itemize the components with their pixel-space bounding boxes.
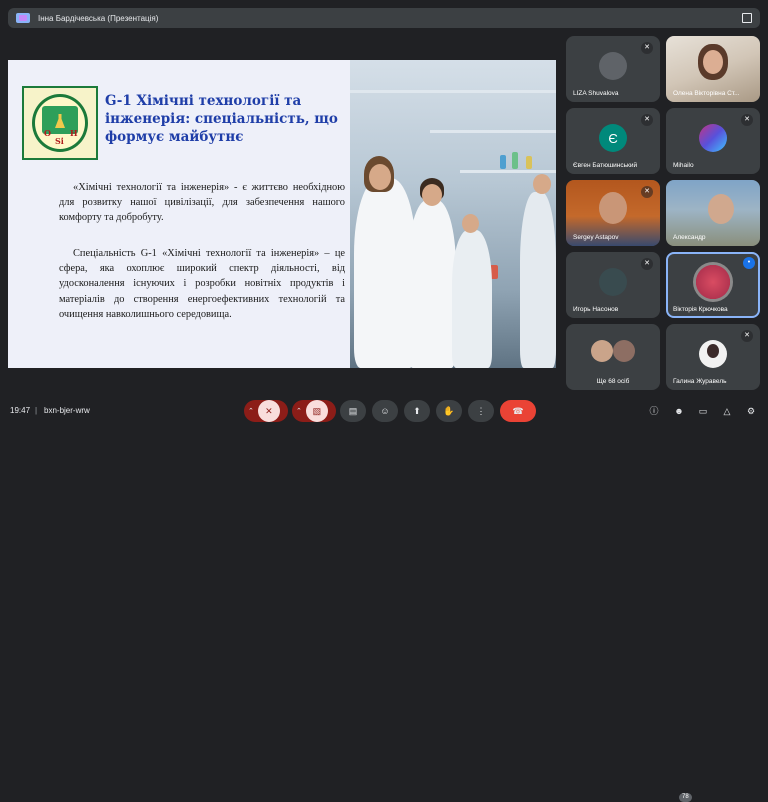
speaking-indicator-icon: • bbox=[743, 257, 755, 269]
department-logo: O Si H bbox=[22, 86, 98, 160]
present-button[interactable]: ⬆ bbox=[404, 400, 430, 422]
participant-tile[interactable]: Александр bbox=[666, 180, 760, 246]
participant-name: Олена Вікторівна Ст... bbox=[673, 90, 740, 97]
participant-tile[interactable]: ✕ Игорь Насонов bbox=[566, 252, 660, 318]
participant-tile[interactable]: Є ✕ Євген Батюшинський bbox=[566, 108, 660, 174]
present-icon: ⬆ bbox=[413, 405, 421, 416]
participant-tile-active[interactable]: • Вікторія Крючкова bbox=[666, 252, 760, 318]
participant-tile[interactable]: ✕ LIZA Shuvalova bbox=[566, 36, 660, 102]
avatar bbox=[599, 268, 627, 296]
more-options-button[interactable]: ⋮ bbox=[468, 400, 494, 422]
avatar bbox=[699, 124, 727, 152]
clock: 19:47 bbox=[10, 406, 31, 415]
avatar bbox=[599, 52, 627, 80]
fullscreen-icon[interactable] bbox=[742, 13, 752, 23]
emoji-button[interactable]: ☺ bbox=[372, 400, 398, 422]
more-participants-tile[interactable]: Ще 68 осіб bbox=[566, 324, 660, 390]
scientist-figure bbox=[408, 200, 456, 368]
scientist-figure bbox=[520, 192, 556, 368]
scientist-figure bbox=[452, 230, 492, 368]
chevron-up-icon[interactable]: ⌃ bbox=[296, 407, 302, 415]
more-vert-icon: ⋮ bbox=[476, 405, 486, 416]
lab-bottle bbox=[526, 156, 532, 169]
info-icon[interactable]: ⓘ bbox=[648, 405, 660, 417]
participant-name: Sergey Astapov bbox=[573, 234, 619, 241]
meeting-control-bar: 19:47 | bxn-bjer-wrw ⌃ ✕ ⌃ ▧ ▤ ☺ ⬆ ✋ ⋮ ☎… bbox=[0, 396, 768, 802]
participant-video-skin bbox=[703, 50, 723, 74]
avatar: Є bbox=[599, 124, 627, 152]
logo-letter-si: Si bbox=[55, 136, 64, 146]
participant-name: Галина Журавель bbox=[673, 378, 727, 385]
presentation-bar: Інна Бардічевська (Презентація) bbox=[8, 8, 760, 28]
participant-tile[interactable]: ✕ Mihailo bbox=[666, 108, 760, 174]
lab-shelf bbox=[460, 170, 556, 173]
mic-off-icon: ✕ bbox=[741, 114, 753, 126]
presentation-title: Інна Бардічевська (Презентація) bbox=[38, 13, 159, 23]
participant-tile[interactable]: ✕ Галина Журавель bbox=[666, 324, 760, 390]
raise-hand-button[interactable]: ✋ bbox=[436, 400, 462, 422]
scientist-head bbox=[533, 174, 551, 194]
lab-photo bbox=[350, 60, 556, 368]
lab-bottle bbox=[512, 152, 518, 169]
scientist-head bbox=[369, 164, 391, 190]
lab-shelf bbox=[430, 130, 556, 133]
participant-name: Вікторія Крючкова bbox=[673, 306, 728, 313]
host-controls-icon[interactable]: ⚙ bbox=[745, 405, 757, 417]
hand-icon: ✋ bbox=[443, 405, 455, 416]
camera-off-icon[interactable]: ▧ bbox=[305, 400, 328, 422]
slide-paragraph-1: «Хімічні технології та інженерія» - є жи… bbox=[59, 182, 345, 224]
avatar-figure bbox=[707, 344, 719, 358]
scientist-head bbox=[422, 184, 442, 206]
mic-off-icon: ✕ bbox=[641, 258, 653, 270]
logo-letter-h: H bbox=[70, 128, 78, 138]
people-icon[interactable]: ☻ bbox=[673, 405, 685, 417]
leave-call-button[interactable]: ☎ bbox=[500, 400, 536, 422]
participant-name: Игорь Насонов bbox=[573, 306, 619, 313]
slide-title: G-1 Хімічні технології та інженерія: спе… bbox=[105, 93, 338, 145]
shared-slide: O Si H G-1 Хімічні технології та інженер… bbox=[8, 60, 556, 368]
mic-off-icon[interactable]: ✕ bbox=[257, 400, 280, 422]
separator: | bbox=[35, 406, 38, 415]
mic-off-icon: ✕ bbox=[641, 42, 653, 54]
captions-button[interactable]: ▤ bbox=[340, 400, 366, 422]
avatar bbox=[590, 340, 613, 362]
captions-icon: ▤ bbox=[348, 405, 358, 416]
scientist-figure bbox=[354, 178, 416, 368]
chevron-up-icon[interactable]: ⌃ bbox=[248, 407, 254, 415]
participant-tile[interactable]: ✕ Sergey Astapov bbox=[566, 180, 660, 246]
slide-paragraph-2: Спеціальність G-1 «Хімічні технології та… bbox=[59, 248, 345, 320]
lab-bottle bbox=[500, 155, 506, 169]
emoji-icon: ☺ bbox=[380, 406, 390, 416]
logo-letter-o: O bbox=[44, 128, 51, 138]
participant-name: LIZA Shuvalova bbox=[573, 90, 619, 97]
chat-icon[interactable]: ▭ bbox=[697, 405, 709, 417]
camera-button-group[interactable]: ⌃ ▧ bbox=[292, 400, 336, 422]
end-call-icon: ☎ bbox=[512, 405, 524, 416]
scientist-head bbox=[462, 214, 479, 233]
avatar bbox=[693, 262, 733, 302]
mic-off-icon: ✕ bbox=[741, 330, 753, 342]
mic-button-group[interactable]: ⌃ ✕ bbox=[244, 400, 288, 422]
participant-name: Александр bbox=[673, 234, 706, 241]
participant-count-badge: 78 bbox=[679, 793, 692, 802]
lab-shelf bbox=[350, 90, 556, 93]
more-participants-label: Ще 68 осіб bbox=[596, 378, 630, 385]
participant-video-face bbox=[599, 192, 627, 224]
participant-tile[interactable]: Олена Вікторівна Ст... bbox=[666, 36, 760, 102]
slide-text-area: O Si H G-1 Хімічні технології та інженер… bbox=[8, 60, 350, 368]
avatar bbox=[613, 340, 636, 362]
meeting-code: bxn-bjer-wrw bbox=[44, 406, 90, 415]
activities-icon[interactable]: △ bbox=[721, 405, 733, 417]
participant-video-face bbox=[707, 194, 734, 224]
participant-name: Mihailo bbox=[673, 162, 694, 169]
participant-name: Євген Батюшинський bbox=[573, 162, 638, 169]
mic-off-icon: ✕ bbox=[641, 186, 653, 198]
mic-off-icon: ✕ bbox=[641, 114, 653, 126]
presentation-icon bbox=[16, 13, 30, 23]
